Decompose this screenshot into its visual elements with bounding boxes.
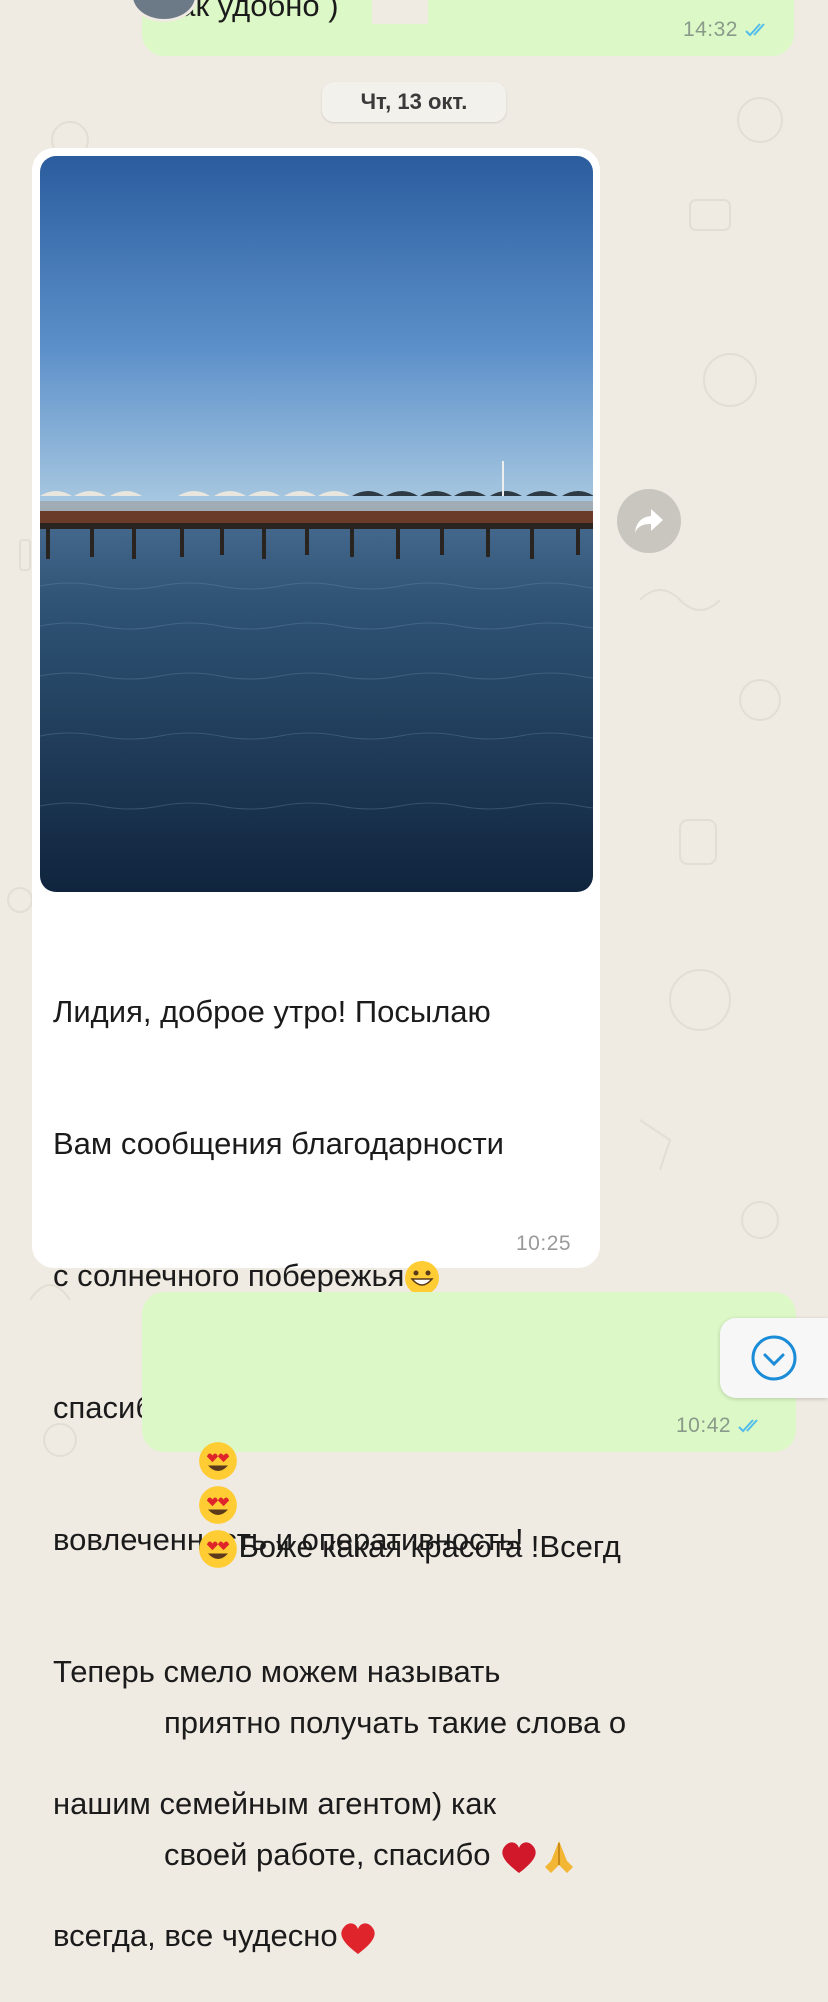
time-label: 10:25	[516, 1232, 572, 1255]
text-line-with-emoji: Боже какая красота !Всегд	[164, 1393, 626, 1613]
red-heart-emoji-icon	[502, 1842, 536, 1873]
previous-outgoing-message[interactable]: как удобно ) 14:32	[142, 0, 794, 56]
text-line-with-emoji: своей работе, спасибо	[164, 1833, 626, 1877]
pill-gap	[372, 0, 428, 24]
double-check-icon	[745, 23, 765, 37]
text-line: Вам сообщения благодарности	[53, 1126, 504, 1161]
forward-icon	[635, 509, 663, 533]
heart-eyes-emoji-icon	[199, 1441, 238, 1480]
message-photo[interactable]	[40, 156, 593, 892]
text-line: Боже какая красота !Всегд	[238, 1529, 621, 1564]
text-line: своей работе, спасибо	[164, 1837, 491, 1872]
red-heart-emoji-icon	[340, 1923, 375, 1954]
outgoing-message-text: Боже какая красота !Всегд приятно получа…	[164, 1305, 626, 1921]
message-time: 14:32	[683, 18, 772, 42]
grinning-face-emoji-icon	[405, 1260, 440, 1295]
sea-pier-image	[40, 156, 593, 892]
text-line: приятно получать такие слова о	[164, 1705, 627, 1740]
message-time: 10:25	[516, 1232, 571, 1256]
heart-eyes-emoji-icon	[199, 1529, 238, 1568]
text-line: всегда, все чудесно	[53, 1918, 338, 1953]
message-time: 10:42	[676, 1414, 765, 1438]
date-separator: Чт, 13 окт.	[322, 82, 506, 122]
forward-button[interactable]	[617, 489, 681, 553]
scroll-to-bottom-button[interactable]	[720, 1318, 828, 1398]
double-check-icon	[738, 1419, 758, 1433]
text-line: Лидия, доброе утро! Посылаю	[53, 994, 491, 1029]
time-label: 14:32	[682, 18, 738, 41]
heart-eyes-emoji-icon	[199, 1485, 238, 1524]
chevron-down-icon	[751, 1335, 797, 1381]
text-line: с солнечного побережья	[53, 1258, 405, 1293]
folded-hands-emoji-icon	[545, 1840, 574, 1873]
time-label: 10:42	[676, 1414, 732, 1437]
